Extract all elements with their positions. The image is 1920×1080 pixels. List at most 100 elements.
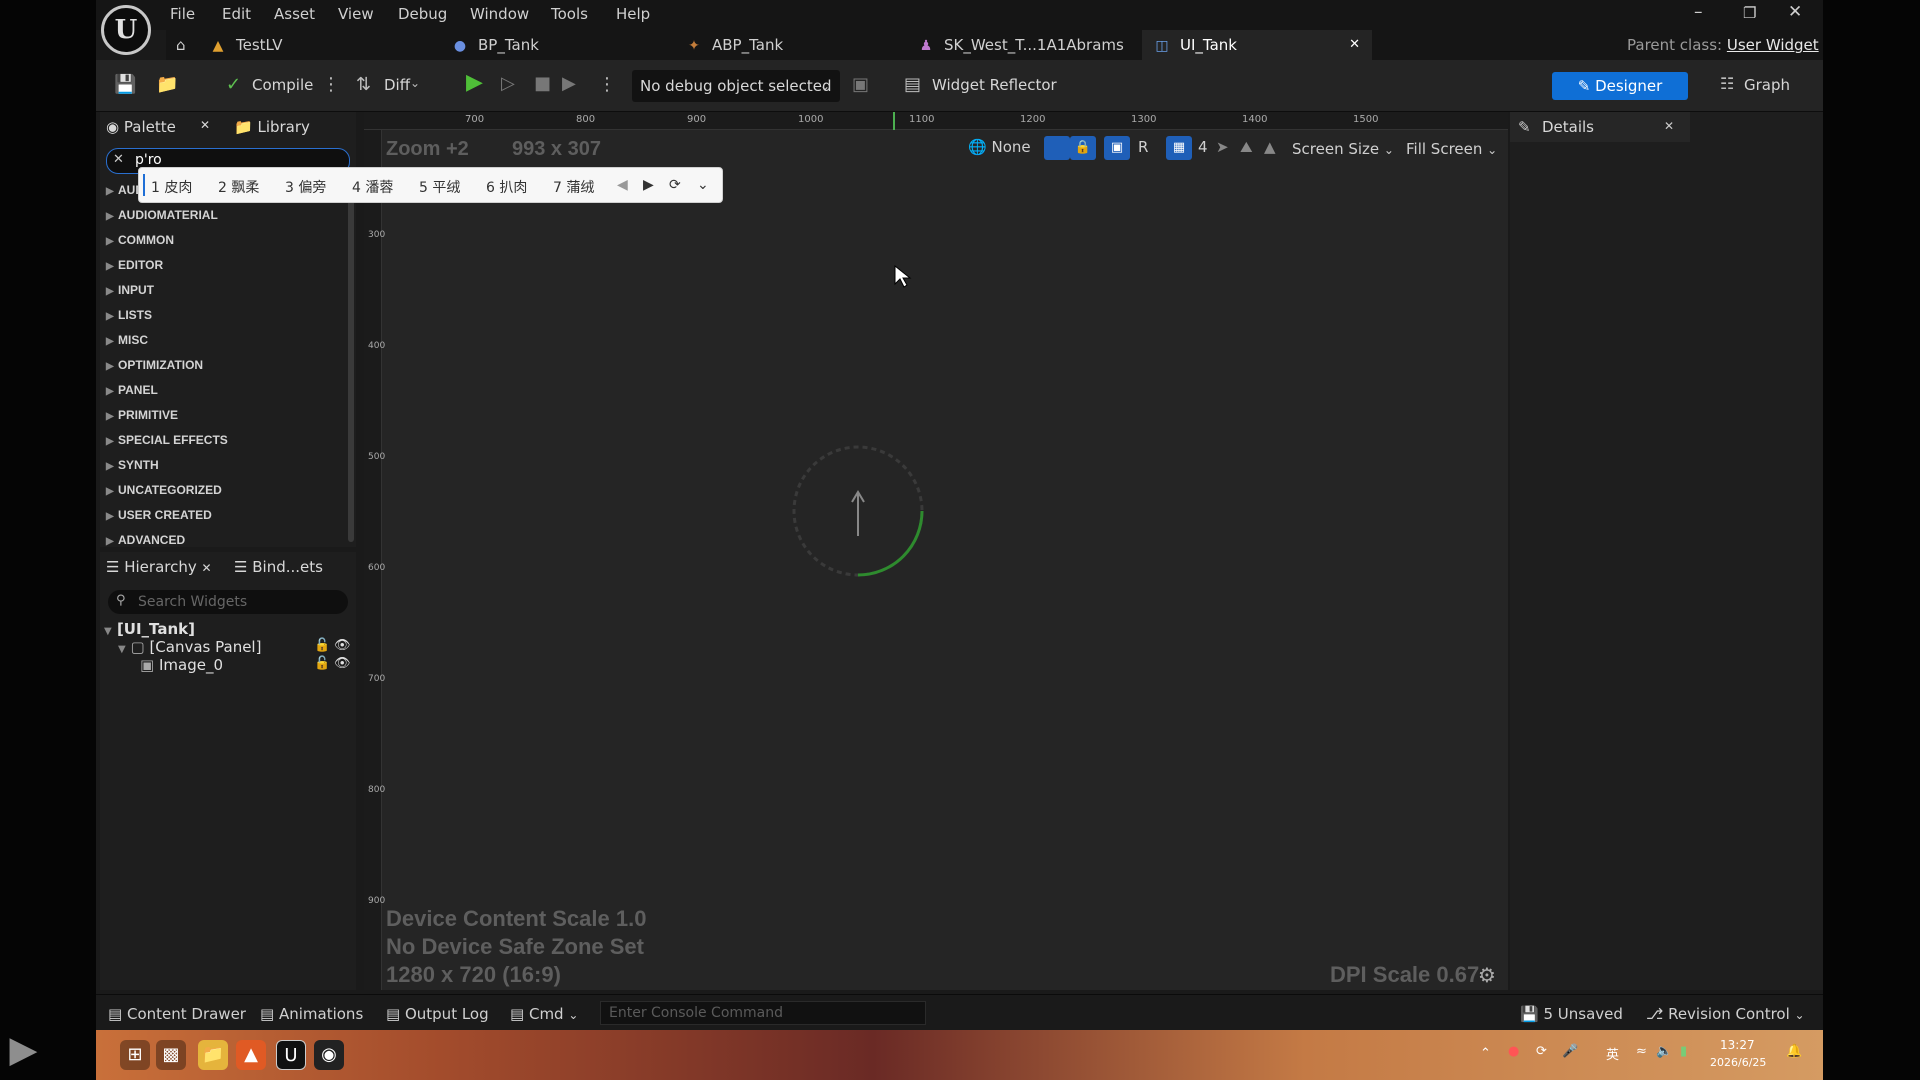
tray-sync-icon[interactable]: ⟳ (1536, 1044, 1547, 1059)
ime-candidate[interactable]: 4 潘蓉 (352, 177, 393, 197)
tab-hierarchy[interactable]: ☰ Hierarchy ✕ (106, 558, 212, 576)
tab-ui-tank[interactable]: ◫ UI_Tank ✕ (1142, 30, 1372, 60)
visibility-icon[interactable]: 👁 (334, 656, 351, 671)
category-editor[interactable]: ▶ EDITOR (100, 258, 350, 272)
chevron-down-icon[interactable]: ⌄ (410, 76, 420, 90)
notification-icon[interactable]: 🔔 (1786, 1044, 1802, 1059)
toggle-button[interactable] (1044, 136, 1070, 160)
localization-dropdown[interactable]: 🌐 None (968, 138, 1031, 156)
lock-icon[interactable]: 🔓 (314, 656, 330, 671)
tree-image[interactable]: ▣ Image_0 (140, 656, 223, 674)
category-user-created[interactable]: ▶ USER CREATED (100, 508, 350, 522)
menu-file[interactable]: File (170, 5, 195, 23)
ime-candidate[interactable]: 6 扒肉 (486, 177, 527, 197)
clear-search-icon[interactable]: ✕ (113, 152, 124, 167)
ime-indicator[interactable]: 英 (1606, 1044, 1619, 1063)
menu-tools[interactable]: Tools (551, 5, 588, 23)
ime-candidate[interactable]: 7 蒲绒 (553, 177, 594, 197)
diff-icon[interactable]: ⇅ (356, 74, 371, 95)
category-advanced[interactable]: ▶ ADVANCED (100, 533, 350, 547)
category-optimization[interactable]: ▶ OPTIMIZATION (100, 358, 350, 372)
unreal-engine-icon[interactable]: U (276, 1040, 306, 1070)
volume-icon[interactable]: 🔈 (1656, 1044, 1672, 1059)
tab-details[interactable]: ✎ Details ✕ (1510, 112, 1690, 142)
r-toggle[interactable]: R (1138, 138, 1148, 156)
visibility-icon[interactable]: 👁 (334, 638, 351, 653)
tab-testlv[interactable]: ▲ TestLV (210, 30, 283, 60)
collapse-arrow-icon[interactable]: ▼ (118, 644, 126, 655)
grid-icon[interactable]: ▦ (1166, 136, 1192, 160)
category-audiomaterial[interactable]: ▶ AUDIOMATERIAL (100, 208, 350, 222)
widget-reflector-button[interactable]: Widget Reflector (932, 76, 1057, 94)
tab-sk-west[interactable]: ♟ SK_West_T...1A1Abrams (918, 30, 1124, 60)
step-icon[interactable]: ▷ (501, 73, 515, 94)
graph-button[interactable]: Graph (1744, 76, 1790, 94)
file-explorer-icon[interactable]: 📁 (198, 1040, 228, 1070)
start-icon[interactable]: ⊞ (120, 1040, 150, 1070)
category-lists[interactable]: ▶ LISTS (100, 308, 350, 322)
stop-icon[interactable]: ■ (534, 73, 551, 94)
diff-button[interactable]: Diff (384, 76, 410, 94)
tree-canvas-panel[interactable]: ▼ ▢ [Canvas Panel] (118, 638, 261, 656)
close-palette-icon[interactable]: ✕ (200, 118, 210, 132)
designer-canvas[interactable]: 700 800 900 1000 1100 1200 1300 1400 150… (364, 112, 1508, 990)
debug-object-select[interactable]: No debug object selected ⌄ (632, 70, 840, 102)
crosshair-widget[interactable] (792, 438, 932, 588)
category-primitive[interactable]: ▶ PRIMITIVE (100, 408, 350, 422)
lock-icon[interactable]: 🔓 (314, 638, 330, 653)
screen-size-dropdown[interactable]: Screen Size ⌄ (1292, 140, 1394, 158)
category-input[interactable]: ▶ INPUT (100, 283, 350, 297)
parent-class-link[interactable]: User Widget (1727, 36, 1819, 54)
grid-snap-value[interactable]: 4 (1198, 138, 1208, 156)
compile-button[interactable]: Compile (252, 76, 313, 94)
close-hierarchy-icon[interactable]: ✕ (202, 561, 212, 575)
close-window-icon[interactable]: ✕ (1788, 2, 1802, 22)
unsaved-button[interactable]: 💾 5 Unsaved (1520, 1005, 1623, 1023)
tray-app-icon[interactable]: ● (1508, 1044, 1519, 1059)
debug-browse-icon[interactable]: ▣ (852, 74, 869, 95)
ime-prev-icon[interactable]: ◀ (617, 177, 628, 193)
widget-reflector-icon[interactable]: ▤ (904, 74, 921, 95)
content-drawer-button[interactable]: ▤ Content Drawer (108, 1005, 246, 1023)
mirror-icon[interactable]: ▲ (1264, 138, 1276, 156)
close-details-icon[interactable]: ✕ (1664, 119, 1674, 133)
tab-bindings[interactable]: ☰ Bind...ets (234, 558, 323, 576)
image-icon[interactable]: ⛰ (1240, 138, 1253, 156)
clock-date[interactable]: 2026/6/25 (1710, 1056, 1766, 1069)
compile-icon[interactable]: ✓ (226, 74, 241, 95)
category-common[interactable]: ▶ COMMON (100, 233, 350, 247)
ime-expand-icon[interactable]: ⌄ (697, 177, 709, 193)
menu-view[interactable]: View (338, 5, 374, 23)
collapse-arrow-icon[interactable]: ▼ (104, 626, 112, 637)
palette-scrollbar[interactable] (348, 182, 354, 542)
tab-abp-tank[interactable]: ✦ ABP_Tank (686, 30, 783, 60)
menu-window[interactable]: Window (470, 5, 529, 23)
wifi-icon[interactable]: ≈ (1636, 1044, 1647, 1059)
ime-candidate[interactable]: 2 飘柔 (218, 177, 259, 197)
cmd-dropdown[interactable]: ▤ Cmd ⌄ (510, 1005, 578, 1023)
lock-icon[interactable]: 🔒 (1070, 136, 1096, 160)
fill-screen-dropdown[interactable]: Fill Screen ⌄ (1406, 140, 1497, 158)
animations-button[interactable]: ▤ Animations (260, 1005, 363, 1023)
designer-button[interactable]: ✎ Designer (1552, 72, 1688, 100)
task-view-icon[interactable]: ▩ (156, 1040, 186, 1070)
ime-candidate[interactable]: 5 平绒 (419, 177, 460, 197)
widget-search-input[interactable]: ⚲ Search Widgets (108, 590, 348, 614)
battery-icon[interactable]: ▮ (1680, 1044, 1687, 1059)
save-icon[interactable]: 💾 (114, 74, 136, 95)
menu-debug[interactable]: Debug (398, 5, 447, 23)
tab-bp-tank[interactable]: ● BP_Tank (452, 30, 539, 60)
home-icon[interactable]: ⌂ (176, 30, 186, 60)
minimize-icon[interactable]: – (1694, 2, 1703, 22)
category-synth[interactable]: ▶ SYNTH (100, 458, 350, 472)
tree-root[interactable]: ▼ [UI_Tank] (104, 620, 195, 638)
ime-next-icon[interactable]: ▶ (643, 177, 654, 193)
menu-asset[interactable]: Asset (274, 5, 315, 23)
ime-candidate[interactable]: 1 皮肉 (151, 177, 192, 197)
tab-palette[interactable]: ◉ Palette (106, 118, 176, 136)
ime-refresh-icon[interactable]: ⟳ (669, 177, 681, 193)
menu-edit[interactable]: Edit (222, 5, 251, 23)
browse-icon[interactable]: 📁 (156, 74, 178, 95)
dpi-settings-gear-icon[interactable]: ⚙ (1478, 963, 1496, 987)
app-icon[interactable]: ◉ (314, 1040, 344, 1070)
